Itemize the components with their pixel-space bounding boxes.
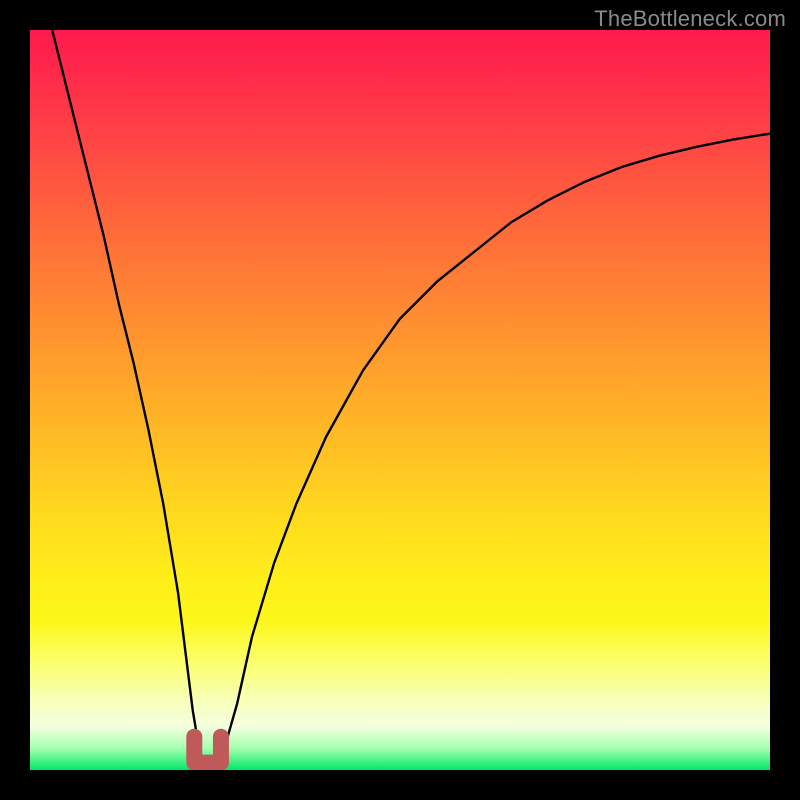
chart-svg bbox=[30, 30, 770, 770]
watermark-text: TheBottleneck.com bbox=[594, 6, 786, 32]
minimum-marker-path bbox=[194, 737, 221, 763]
chart-frame: TheBottleneck.com bbox=[0, 0, 800, 800]
bottleneck-curve-path bbox=[52, 30, 770, 770]
plot-area bbox=[30, 30, 770, 770]
